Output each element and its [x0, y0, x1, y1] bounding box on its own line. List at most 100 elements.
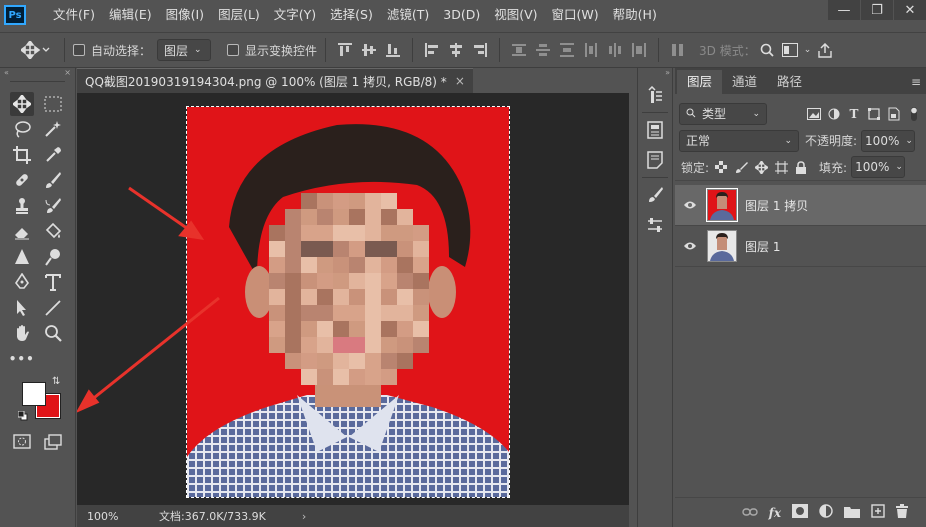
sharpen-tool-icon[interactable] — [10, 245, 34, 269]
photo-canvas[interactable] — [186, 106, 510, 498]
chevron-down-icon[interactable]: ⌄ — [804, 45, 812, 55]
lock-all-icon[interactable] — [793, 159, 809, 175]
canvas-area[interactable] — [77, 93, 629, 505]
clone-stamp-icon[interactable] — [10, 194, 34, 218]
adjustments-icon[interactable] — [641, 212, 669, 238]
auto-select-dropdown[interactable]: 图层 ⌄ — [157, 39, 212, 61]
workspace-icon[interactable] — [780, 43, 800, 57]
path-selection-icon[interactable] — [10, 296, 34, 320]
layer-row[interactable]: 图层 1 — [675, 226, 926, 267]
zoom-level[interactable]: 100% — [77, 510, 127, 523]
paint-bucket-icon[interactable] — [41, 219, 65, 243]
filter-type-icon[interactable]: T — [846, 106, 862, 122]
menu-select[interactable]: 选择(S) — [323, 0, 380, 30]
menu-layer[interactable]: 图层(L) — [211, 0, 267, 30]
new-layer-icon[interactable] — [871, 504, 885, 521]
close-icon[interactable]: × — [64, 68, 71, 81]
line-tool-icon[interactable] — [41, 296, 65, 320]
align-top-icon[interactable] — [334, 39, 356, 61]
layer-filter-dropdown[interactable]: 类型 ⌄ — [679, 102, 767, 125]
link-layers-icon[interactable] — [741, 506, 758, 520]
fill-input[interactable]: 100% ⌄ — [851, 156, 906, 178]
move-tool-icon[interactable] — [9, 91, 34, 116]
hand-tool-icon[interactable] — [10, 321, 34, 345]
blend-mode-dropdown[interactable]: 正常 ⌄ — [679, 129, 799, 152]
menu-3d[interactable]: 3D(D) — [436, 0, 487, 30]
magic-wand-icon[interactable] — [41, 117, 65, 141]
distribute-top-icon[interactable] — [508, 39, 530, 61]
filter-pixel-icon[interactable] — [806, 106, 822, 122]
collapse-icon[interactable]: » — [638, 68, 672, 78]
delete-layer-icon[interactable] — [896, 504, 908, 521]
lock-transparent-icon[interactable] — [713, 159, 729, 175]
align-left-icon[interactable] — [421, 39, 443, 61]
swap-colors-icon[interactable]: ⇅ — [52, 376, 60, 387]
new-group-icon[interactable] — [844, 505, 860, 521]
distribute-bottom-icon[interactable] — [556, 39, 578, 61]
opacity-input[interactable]: 100% ⌄ — [861, 129, 916, 152]
filter-adjustment-icon[interactable] — [826, 106, 842, 122]
show-transform-checkbox[interactable] — [227, 44, 240, 56]
layer-style-fx-icon[interactable]: fx — [769, 506, 781, 520]
menu-window[interactable]: 窗口(W) — [545, 0, 606, 30]
tab-paths[interactable]: 路径 — [767, 70, 812, 94]
distribute-right-icon[interactable] — [628, 39, 650, 61]
status-menu-arrow[interactable]: › — [302, 510, 306, 523]
crop-tool-icon[interactable] — [10, 143, 34, 167]
auto-select-checkbox[interactable] — [73, 44, 85, 56]
brush-tool-icon[interactable] — [41, 168, 65, 192]
move-tool-preset[interactable] — [16, 37, 56, 63]
filter-smart-object-icon[interactable] — [886, 106, 902, 122]
layer-row[interactable]: 图层 1 拷贝 — [675, 185, 926, 226]
layer-name[interactable]: 图层 1 拷贝 — [745, 197, 808, 214]
tab-channels[interactable]: 通道 — [722, 70, 767, 94]
type-tool-icon[interactable] — [41, 270, 65, 294]
default-colors-icon[interactable] — [17, 410, 28, 420]
menu-edit[interactable]: 编辑(E) — [102, 0, 159, 30]
close-tab-icon[interactable]: × — [455, 74, 465, 88]
menu-filter[interactable]: 滤镜(T) — [380, 0, 436, 30]
document-tab[interactable]: QQ截图20190319194304.png @ 100% (图层 1 拷贝, … — [77, 68, 473, 93]
tab-layers[interactable]: 图层 — [677, 70, 723, 94]
filter-shape-icon[interactable] — [866, 106, 882, 122]
add-mask-icon[interactable] — [792, 504, 808, 521]
distribute-hcenter-icon[interactable] — [604, 39, 626, 61]
lock-artboard-icon[interactable] — [773, 159, 789, 175]
menu-type[interactable]: 文字(Y) — [267, 0, 323, 30]
minimize-button[interactable]: — — [828, 0, 860, 20]
collapse-icon[interactable]: « — [4, 68, 9, 81]
healing-brush-icon[interactable] — [10, 168, 34, 192]
dodge-tool-icon[interactable] — [41, 245, 65, 269]
align-right-icon[interactable] — [469, 39, 491, 61]
eyedropper-icon[interactable] — [41, 143, 65, 167]
lock-position-icon[interactable] — [753, 159, 769, 175]
menu-help[interactable]: 帮助(H) — [606, 0, 664, 30]
info-panel-icon[interactable] — [641, 147, 669, 173]
more-tools-icon[interactable]: ••• — [9, 347, 34, 371]
foreground-color-swatch[interactable] — [22, 381, 46, 406]
menu-view[interactable]: 视图(V) — [487, 0, 544, 30]
brush-settings-icon[interactable] — [641, 182, 669, 208]
lasso-tool-icon[interactable] — [10, 117, 34, 141]
align-bottom-icon[interactable] — [382, 39, 404, 61]
distribute-vcenter-icon[interactable] — [532, 39, 554, 61]
pen-tool-icon[interactable] — [10, 270, 34, 294]
layer-name[interactable]: 图层 1 — [745, 238, 780, 255]
visibility-eye-icon[interactable] — [675, 241, 705, 251]
align-hcenter-icon[interactable] — [445, 39, 467, 61]
distribute-left-icon[interactable] — [580, 39, 602, 61]
adjustment-layer-icon[interactable] — [819, 504, 833, 521]
menu-file[interactable]: 文件(F) — [46, 0, 102, 30]
panel-menu-icon[interactable]: ≡ — [906, 70, 926, 94]
auto-align-icon[interactable] — [667, 39, 689, 61]
menu-image[interactable]: 图像(I) — [159, 0, 211, 30]
properties-panel-icon[interactable] — [641, 117, 669, 143]
restore-button[interactable]: ❐ — [861, 0, 893, 20]
visibility-eye-icon[interactable] — [675, 200, 705, 210]
marquee-tool-icon[interactable] — [41, 92, 65, 116]
search-icon[interactable] — [758, 43, 776, 57]
history-panel-icon[interactable] — [641, 82, 669, 108]
eraser-tool-icon[interactable] — [10, 219, 34, 243]
share-icon[interactable] — [815, 42, 835, 58]
close-window-button[interactable]: ✕ — [894, 0, 926, 20]
